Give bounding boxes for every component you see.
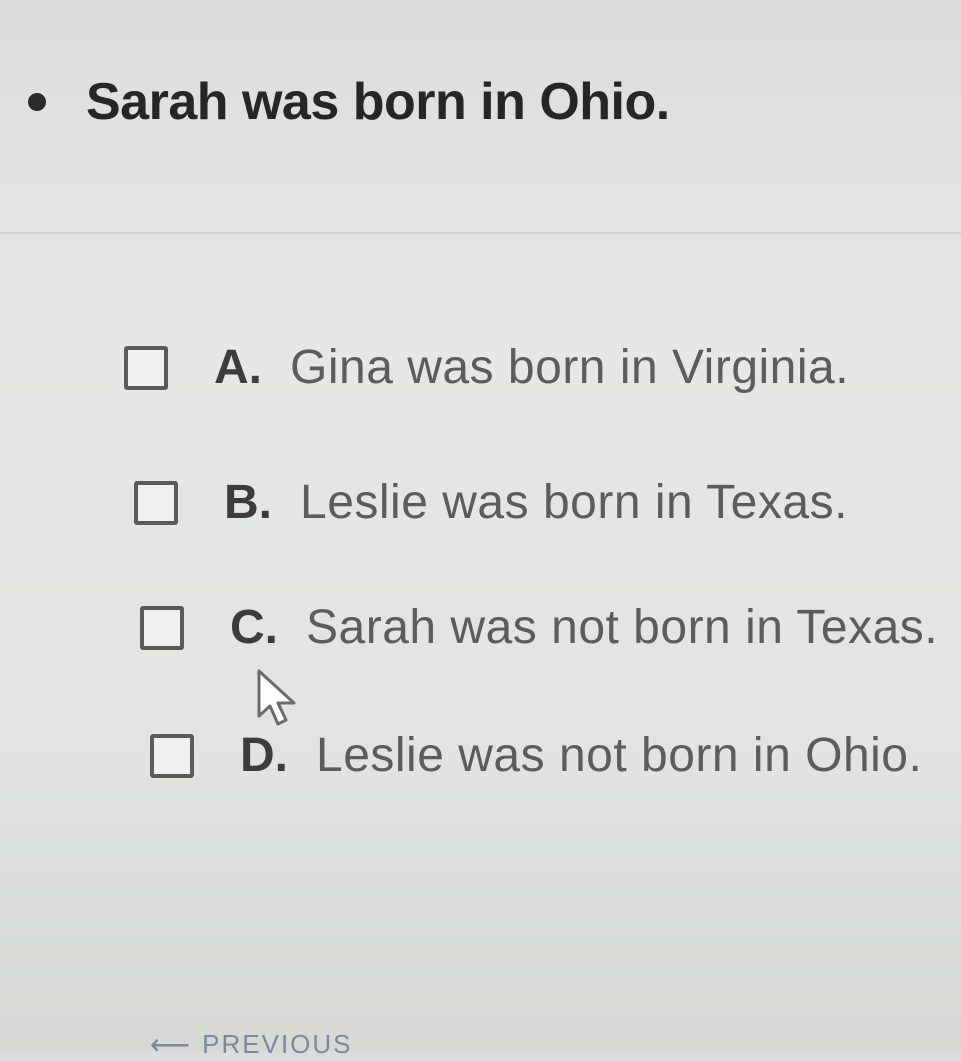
option-letter: B. <box>224 476 272 529</box>
option-letter: A. <box>214 341 262 394</box>
option-b[interactable]: B. Leslie was born in Texas. <box>134 475 848 530</box>
previous-button[interactable]: ⟵ PREVIOUS <box>150 1028 353 1061</box>
option-text: Gina was born in Virginia. <box>290 341 850 394</box>
option-text: Sarah was not born in Texas. <box>306 601 939 654</box>
bullet-icon <box>28 93 46 111</box>
arrow-left-icon: ⟵ <box>150 1029 193 1060</box>
premise-text: Sarah was born in Ohio. <box>86 73 670 131</box>
checkbox-a[interactable] <box>124 345 168 390</box>
option-letter: C. <box>230 601 278 654</box>
previous-label: PREVIOUS <box>202 1029 353 1059</box>
option-text: Leslie was born in Texas. <box>300 476 848 529</box>
checkbox-c[interactable] <box>140 605 184 650</box>
checkbox-d[interactable] <box>150 733 194 778</box>
option-c[interactable]: C. Sarah was not born in Texas. <box>140 600 938 655</box>
checkbox-b[interactable] <box>134 480 178 525</box>
option-text: Leslie was not born in Ohio. <box>316 729 923 782</box>
option-letter: D. <box>240 729 288 782</box>
option-d[interactable]: D. Leslie was not born in Ohio. <box>150 728 922 783</box>
option-a[interactable]: A. Gina was born in Virginia. <box>124 340 849 395</box>
mouse-pointer-icon <box>257 669 296 726</box>
premise-statement: Sarah was born in Ohio. <box>28 72 670 132</box>
divider <box>0 232 961 234</box>
